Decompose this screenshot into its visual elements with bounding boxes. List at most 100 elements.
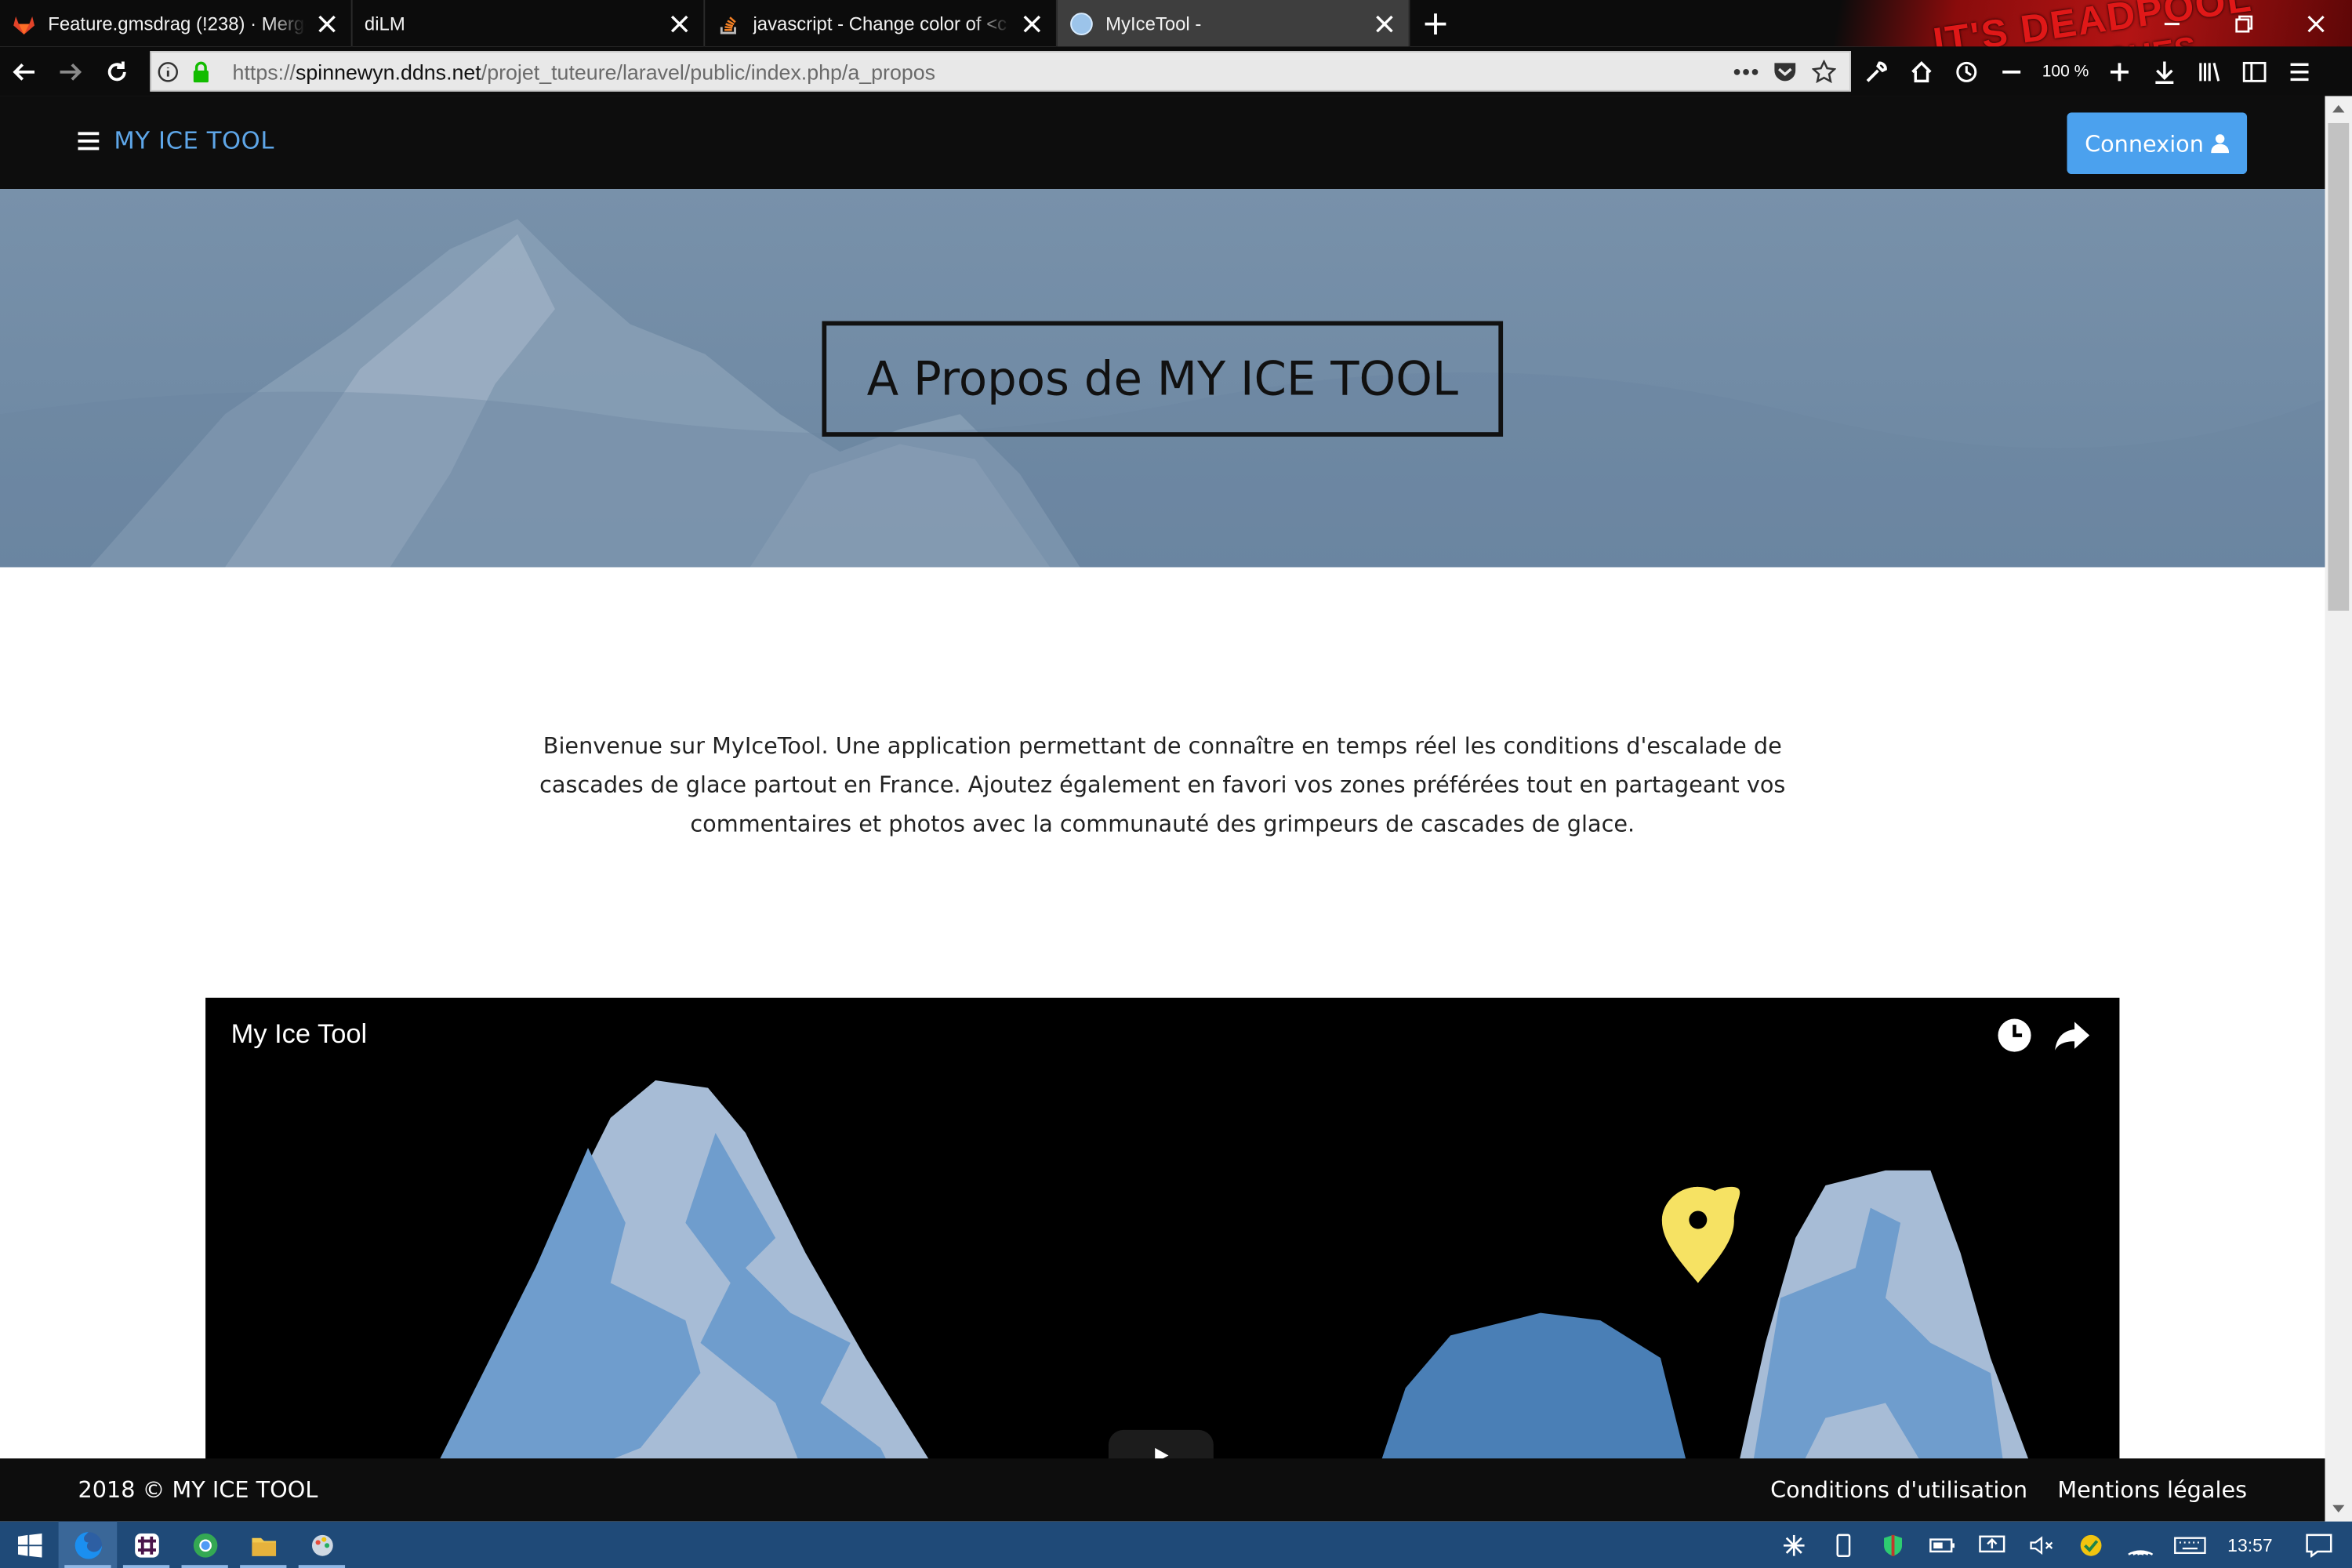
page-viewport: MY ICE TOOL Connexion A Propos de MY ICE…	[0, 96, 2325, 1522]
notification-center-icon[interactable]	[2286, 1522, 2352, 1568]
restore-icon	[2235, 14, 2253, 32]
video-title[interactable]: My Ice Tool	[231, 1019, 368, 1051]
wifi-icon[interactable]	[2115, 1522, 2165, 1568]
pocket-icon[interactable]	[1769, 56, 1802, 89]
close-window-button[interactable]	[2280, 0, 2352, 46]
tab-gitlab[interactable]: Feature.gmsdrag (!238) · Merge	[0, 0, 353, 47]
footer-link-terms[interactable]: Conditions d'utilisation	[1770, 1476, 2027, 1503]
url-path: /projet_tuteure/laravel/public/index.php…	[481, 59, 936, 84]
brand-text: MY ICE TOOL	[114, 125, 275, 155]
tab-title: diLM	[364, 13, 405, 34]
taskbar-clock[interactable]: 13:57	[2214, 1534, 2286, 1555]
zoom-in-button[interactable]	[2100, 52, 2140, 91]
site-brand[interactable]: MY ICE TOOL	[78, 126, 274, 154]
new-tab-button[interactable]	[1410, 0, 1461, 46]
minus-icon	[2002, 69, 2021, 73]
page-scrollbar[interactable]	[2325, 96, 2352, 1522]
tab-dilm[interactable]: diLM	[353, 0, 706, 47]
stackoverflow-icon	[717, 11, 742, 35]
video-actions	[1997, 1018, 2092, 1054]
video-player[interactable]: My Ice Tool	[205, 997, 2120, 1479]
close-icon[interactable]	[1020, 11, 1044, 35]
url-host: spinnewyn.ddns.net	[295, 59, 481, 84]
browser-toolbar-icons: 100 %	[1857, 46, 2319, 96]
zoom-level[interactable]: 100 %	[2037, 62, 2094, 80]
tab-stackoverflow[interactable]: javascript - Change color of <c	[705, 0, 1058, 47]
bookmark-star-icon[interactable]	[1807, 56, 1840, 89]
display-icon[interactable]	[1966, 1522, 2016, 1568]
close-icon	[2307, 15, 2325, 32]
close-icon[interactable]	[667, 11, 691, 35]
watch-later-clock-icon[interactable]	[1997, 1018, 2033, 1054]
gitlab-icon	[12, 11, 36, 35]
forward-button[interactable]	[46, 48, 93, 94]
page-actions-icon[interactable]	[1730, 56, 1762, 89]
hero-banner: A Propos de MY ICE TOOL	[0, 189, 2325, 568]
library-icon[interactable]	[2190, 52, 2229, 91]
wrench-icon[interactable]	[1857, 52, 1896, 91]
minimize-button[interactable]	[2136, 0, 2208, 46]
site-footer: 2018 © MY ICE TOOL Conditions d'utilisat…	[0, 1458, 2325, 1522]
lock-icon	[184, 55, 217, 88]
tab-title: javascript - Change color of <c	[753, 13, 1007, 34]
paint-icon	[311, 1534, 332, 1555]
menu-icon[interactable]	[2280, 52, 2319, 91]
history-icon[interactable]	[1947, 52, 1986, 91]
system-tray: 13:57	[1769, 1522, 2352, 1568]
intro-paragraph: Bienvenue sur MyIceTool. Une application…	[539, 731, 1786, 837]
url-scheme: https://	[232, 59, 296, 84]
plus-icon	[1425, 13, 1446, 34]
windows-taskbar: 13:57	[0, 1521, 2352, 1568]
globe-icon	[1069, 11, 1094, 35]
login-button[interactable]: Connexion	[2067, 112, 2248, 175]
battery-icon[interactable]	[1917, 1522, 1966, 1568]
plus-icon	[2110, 62, 2129, 81]
reload-button[interactable]	[93, 48, 140, 94]
user-icon	[2211, 134, 2230, 154]
start-button[interactable]	[0, 1522, 59, 1568]
windows-logo-icon	[17, 1533, 42, 1557]
screen: Feature.gmsdrag (!238) · Merge diLM java…	[0, 0, 2352, 1568]
site-navbar: MY ICE TOOL Connexion	[0, 96, 2325, 190]
firefox-icon	[74, 1531, 102, 1559]
taskbar-chrome[interactable]	[176, 1522, 234, 1568]
zoom-out-button[interactable]	[1992, 52, 2031, 91]
taskbar-slack[interactable]	[117, 1522, 176, 1568]
folder-icon	[251, 1537, 276, 1555]
footer-link-legal[interactable]: Mentions légales	[2057, 1476, 2247, 1503]
taskbar-app[interactable]	[292, 1522, 351, 1568]
usb-device-icon[interactable]	[1818, 1522, 1867, 1568]
scroll-down-icon[interactable]	[2325, 1497, 2352, 1522]
scrollbar-thumb[interactable]	[2328, 122, 2350, 611]
arrow-left-icon	[12, 62, 34, 80]
home-icon[interactable]	[1902, 52, 1941, 91]
tab-myicetool[interactable]: MyIceTool -	[1057, 0, 1410, 47]
volume-muted-icon[interactable]	[2016, 1522, 2065, 1568]
taskbar-firefox[interactable]	[58, 1521, 118, 1568]
tab-title: Feature.gmsdrag (!238) · Merge	[48, 13, 307, 34]
address-bar[interactable]: https://spinnewyn.ddns.net/projet_tuteur…	[150, 51, 1851, 92]
info-icon[interactable]	[151, 55, 184, 88]
scroll-up-icon[interactable]	[2325, 96, 2352, 120]
restore-button[interactable]	[2208, 0, 2280, 46]
close-icon[interactable]	[1373, 11, 1397, 35]
sidebar-icon[interactable]	[2235, 52, 2274, 91]
sync-status-icon[interactable]	[2066, 1522, 2115, 1568]
close-icon[interactable]	[315, 11, 339, 35]
footer-copyright: 2018 © MY ICE TOOL	[78, 1476, 318, 1504]
network-share-icon[interactable]	[1769, 1522, 1818, 1568]
taskbar-file-explorer[interactable]	[234, 1522, 292, 1568]
download-icon[interactable]	[2145, 52, 2184, 91]
hamburger-icon[interactable]	[78, 131, 100, 150]
video-thumbnail-illustration	[430, 1080, 2036, 1479]
tab-title: MyIceTool -	[1105, 13, 1202, 34]
page-title: A Propos de MY ICE TOOL	[822, 321, 1504, 437]
back-button[interactable]	[0, 48, 46, 94]
slack-icon	[134, 1533, 158, 1557]
footer-links: Conditions d'utilisation Mentions légale…	[1770, 1476, 2247, 1503]
login-button-label: Connexion	[2085, 129, 2204, 158]
chrome-icon	[192, 1533, 217, 1557]
keyboard-icon[interactable]	[2165, 1522, 2214, 1568]
security-shield-icon[interactable]	[1867, 1522, 1917, 1568]
share-arrow-icon[interactable]	[2053, 1018, 2092, 1054]
